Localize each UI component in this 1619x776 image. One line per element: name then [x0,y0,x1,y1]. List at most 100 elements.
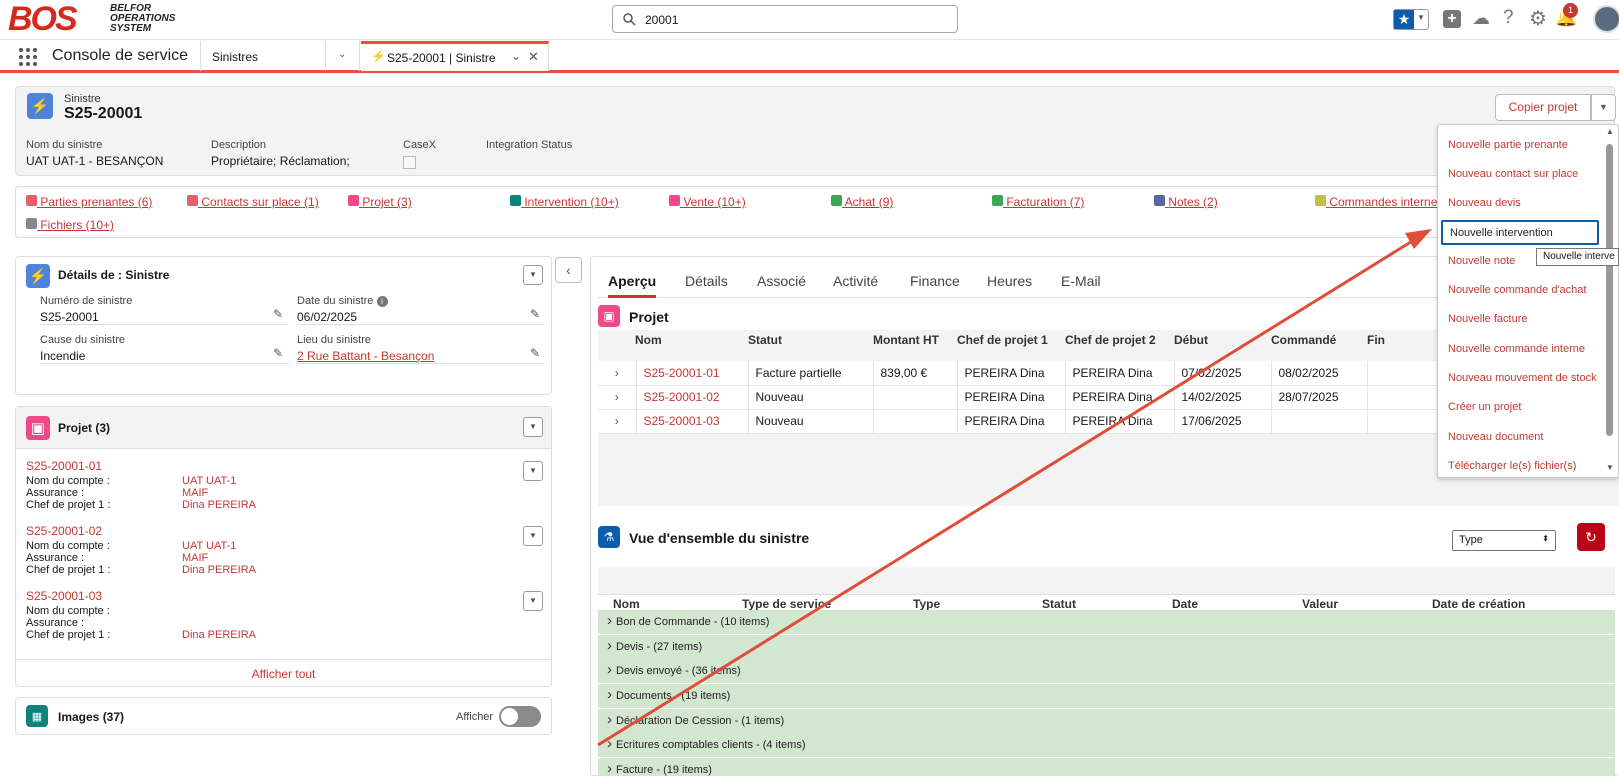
menu-item[interactable]: Télécharger le(s) fichier(s) [1448,460,1576,472]
menu-scrollbar[interactable]: ▲ ▼ [1604,127,1616,475]
group-row[interactable]: Bon de Commande - (10 items) [598,609,1615,634]
info-icon[interactable]: i [376,296,388,307]
trailhead-icon[interactable]: ☁ [1472,8,1490,29]
tab-email[interactable]: E-Mail [1061,273,1101,289]
menu-item[interactable]: Nouvelle note [1448,255,1515,267]
object-tab-menu[interactable]: ⌄ [325,41,360,71]
col-header[interactable]: Montant HT [873,333,939,347]
col-header[interactable]: Nom [635,333,662,347]
menu-item[interactable]: Nouveau devis [1448,197,1521,209]
scroll-thumb[interactable] [1606,144,1613,436]
col-header[interactable]: Chef de projet 1 [957,333,1048,347]
chevron-down-icon[interactable]: ⌄ [511,49,521,63]
tab-activite[interactable]: Activité [833,273,878,289]
favorites-button[interactable]: ★ ▼ [1393,9,1429,30]
group-row[interactable]: Devis envoyé - (36 items) [598,658,1615,683]
menu-item[interactable]: Nouvelle partie prenante [1448,139,1568,151]
related-link-projet[interactable]: Projet (3) [348,195,412,209]
notes-icon [1154,195,1165,206]
group-row[interactable]: Devis - (27 items) [598,634,1615,659]
tab-apercu[interactable]: Aperçu [608,273,657,298]
col-header[interactable]: Type de service [742,597,831,611]
col-header[interactable]: Chef de projet 2 [1065,333,1156,347]
logo[interactable]: BOS [8,0,78,39]
lieu-link[interactable]: 2 Rue Battant - Besançon [297,349,545,363]
type-select[interactable]: Type ⬍ [1452,530,1556,551]
col-header[interactable]: Date [1172,597,1198,611]
col-header[interactable]: Commandé [1271,333,1336,347]
scroll-down-icon[interactable]: ▼ [1606,463,1614,472]
gear-icon[interactable]: ⚙ [1529,6,1547,31]
col-header[interactable]: Statut [748,333,782,347]
related-link-commandes-internes[interactable]: Commandes internes [1315,195,1443,209]
group-row[interactable]: Déclaration De Cession - (1 items) [598,708,1615,733]
expand-icon[interactable]: › [598,385,637,410]
tab-associe[interactable]: Associé [757,273,806,289]
projet-item-menu-button[interactable]: ▼ [523,526,543,546]
record-tab[interactable]: ⚡ S25-20001 | Sinistre ⌄ ✕ [361,41,549,71]
menu-item[interactable]: Nouveau contact sur place [1448,168,1578,180]
scroll-up-icon[interactable]: ▲ [1606,127,1614,136]
col-header[interactable]: Début [1174,333,1208,347]
col-header[interactable]: Type [913,597,940,611]
col-header[interactable]: Date de création [1432,597,1525,611]
projet-card-menu-button[interactable]: ▼ [523,417,543,437]
edit-icon[interactable]: ✎ [530,346,540,360]
projet-item-menu-button[interactable]: ▼ [523,461,543,481]
related-link-contacts[interactable]: Contacts sur place (1) [187,195,319,209]
close-icon[interactable]: ✕ [528,49,539,65]
menu-item[interactable]: Nouvelle commande d'achat [1448,284,1586,296]
help-icon[interactable]: ? [1503,7,1514,29]
tab-heures[interactable]: Heures [987,273,1032,289]
show-all-link[interactable]: Afficher tout [16,659,551,687]
related-link-fichiers[interactable]: Fichiers (10+) [26,218,114,232]
edit-icon[interactable]: ✎ [273,307,283,321]
edit-icon[interactable]: ✎ [530,307,540,321]
record-tab-label: S25-20001 | Sinistre [387,51,496,65]
related-links [15,186,1615,238]
copy-project-button[interactable]: Copier projet [1495,94,1591,121]
avatar[interactable] [1593,5,1619,33]
tab-details[interactable]: Détails [685,273,728,289]
menu-item[interactable]: Nouvelle facture [1448,313,1528,325]
details-menu-button[interactable]: ▼ [523,265,543,285]
add-icon[interactable]: + [1443,10,1461,28]
menu-item[interactable]: Créer un projet [1448,401,1521,413]
related-link-facturation[interactable]: Facturation (7) [992,195,1084,209]
images-toggle[interactable] [499,706,541,727]
search-input[interactable]: 20001 [612,5,958,33]
col-header[interactable]: Statut [1042,597,1076,611]
menu-item[interactable]: Nouveau mouvement de stock [1448,372,1597,384]
group-row[interactable]: Facture - (19 items) [598,757,1615,776]
projet-item-menu-button[interactable]: ▼ [523,591,543,611]
group-row[interactable]: Ecritures comptables clients - (4 items) [598,732,1615,757]
related-link-intervention[interactable]: Intervention (10+) [510,195,619,209]
edit-icon[interactable]: ✎ [273,346,283,360]
group-row[interactable]: Documents - (19 items) [598,683,1615,708]
actions-dropdown-button[interactable]: ▼ [1591,94,1616,121]
collapse-button[interactable]: ‹ [555,257,582,283]
related-link-achat[interactable]: Achat (9) [831,195,893,209]
expand-icon[interactable]: › [598,409,637,434]
related-link-notes[interactable]: Notes (2) [1154,195,1218,209]
table-cell-link[interactable]: S25-20001-01 [636,361,749,386]
facturation-icon [992,195,1003,206]
star-icon: ★ [1394,10,1414,29]
col-header[interactable]: Valeur [1302,597,1338,611]
projet-item-link[interactable]: S25-20001-01 [26,459,546,473]
projet-item-link[interactable]: S25-20001-03 [26,589,546,603]
menu-item-focused[interactable]: Nouvelle intervention [1441,220,1599,245]
app-launcher-icon[interactable] [18,47,38,67]
projet-item-link[interactable]: S25-20001-02 [26,524,546,538]
refresh-button[interactable]: ↻ [1577,523,1605,551]
related-link-parties[interactable]: Parties prenantes (6) [26,195,152,209]
menu-item[interactable]: Nouvelle commande interne [1448,343,1585,355]
tab-finance[interactable]: Finance [910,273,960,289]
table-cell-link[interactable]: S25-20001-02 [636,385,749,410]
col-header[interactable]: Nom [613,597,640,611]
expand-icon[interactable]: › [598,361,637,386]
related-link-vente[interactable]: Vente (10+) [669,195,746,209]
menu-item[interactable]: Nouveau document [1448,431,1543,443]
table-cell-link[interactable]: S25-20001-03 [636,409,749,434]
col-header[interactable]: Fin [1367,333,1385,347]
